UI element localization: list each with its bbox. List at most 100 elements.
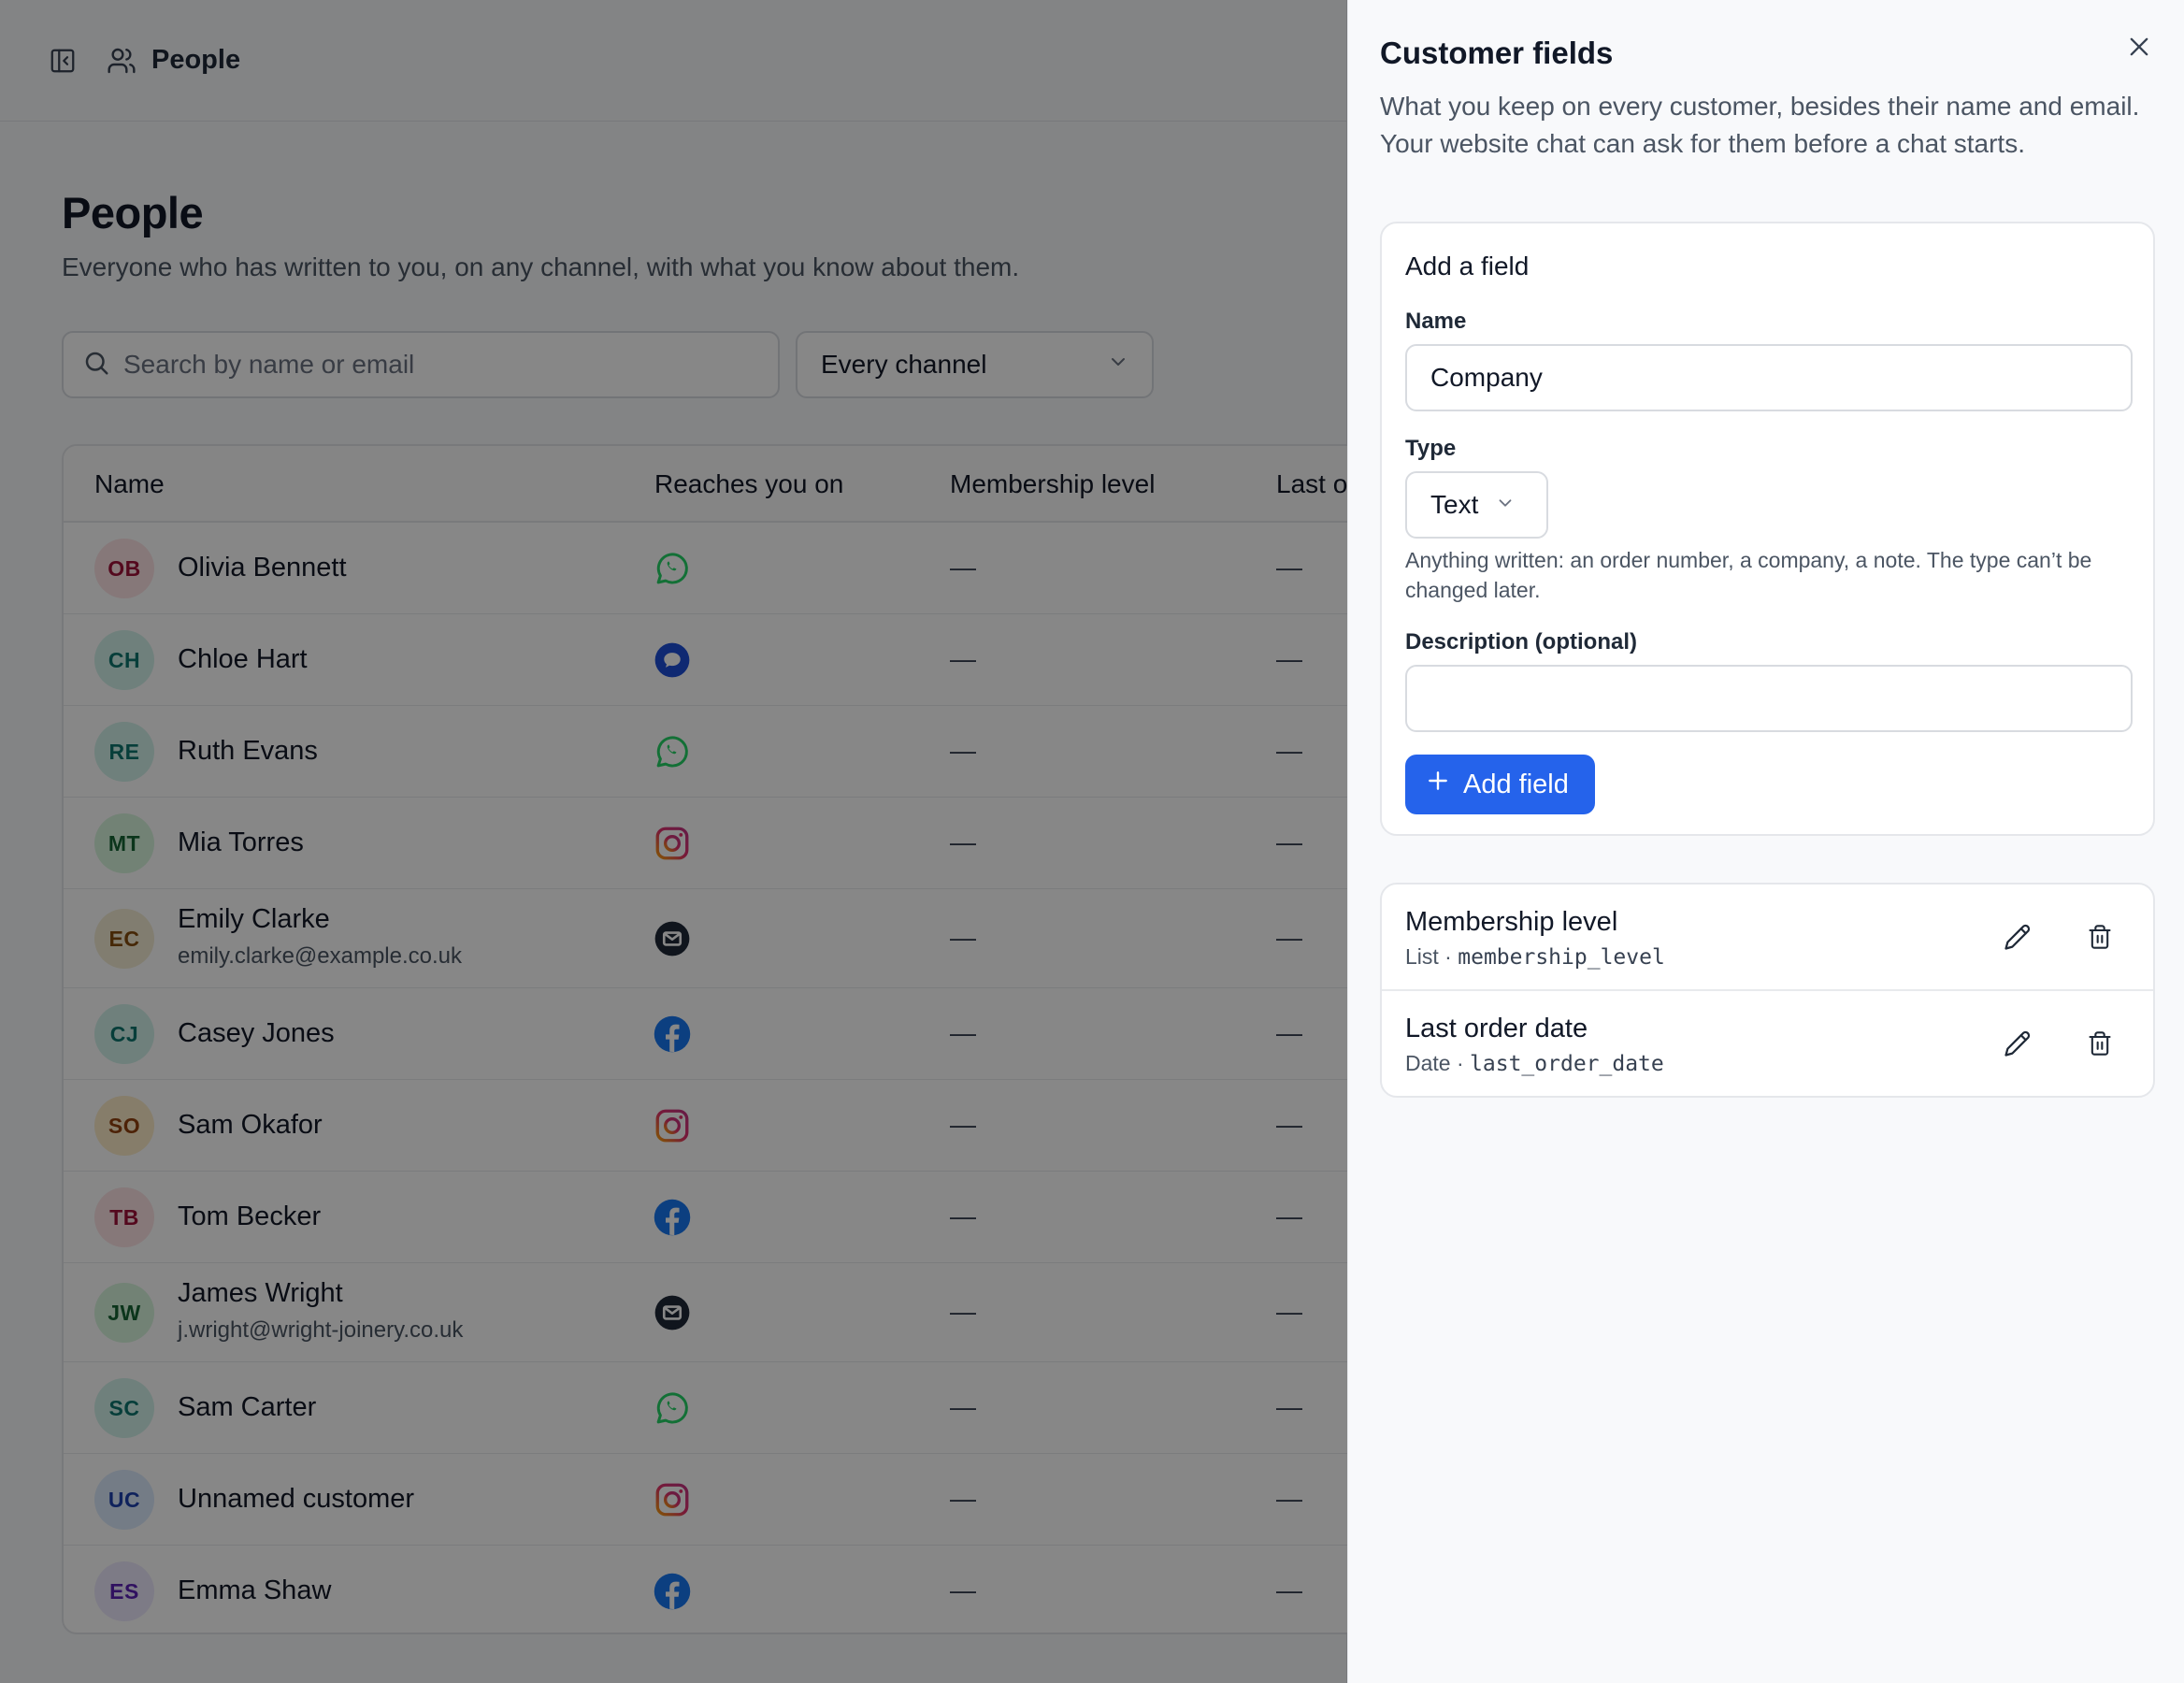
trash-icon[interactable] xyxy=(2081,1025,2119,1062)
person-name: Mia Torres xyxy=(178,827,304,857)
avatar: CJ xyxy=(94,1004,154,1064)
table-row[interactable]: EC Emily Clarke emily.clarke@example.co.uk… xyxy=(64,889,1387,988)
field-item: Membership level List · membership_level xyxy=(1382,885,2153,991)
column-header-membership[interactable]: Membership level xyxy=(950,446,1155,523)
person-name: Sam Carter xyxy=(178,1392,317,1422)
panel-subtitle: What you keep on every customer, besides… xyxy=(1380,92,2140,158)
chevron-down-icon xyxy=(1107,350,1129,380)
person-name: Olivia Bennett xyxy=(178,553,347,583)
edit-icon[interactable] xyxy=(1999,1025,2036,1062)
email-icon xyxy=(653,919,692,958)
table-body: OB Olivia Bennett — — CH Chloe Hart — — RE Ruth E… xyxy=(64,523,1387,1633)
field-type-select[interactable]: Text xyxy=(1405,471,1548,539)
whatsapp-icon xyxy=(653,549,692,588)
table-header: Name Reaches you on Membership level Las… xyxy=(64,446,1387,523)
membership-level-value: — xyxy=(950,1484,976,1513)
column-header-channel[interactable]: Reaches you on xyxy=(654,446,843,523)
last-order-value: — xyxy=(1276,1018,1302,1047)
channel-filter-select[interactable]: Every channel xyxy=(796,331,1154,398)
chevron-down-icon xyxy=(1495,490,1516,520)
avatar: EC xyxy=(94,909,154,969)
table-row[interactable]: ES Emma Shaw — — xyxy=(64,1546,1387,1633)
membership-level-value: — xyxy=(950,1110,976,1139)
description-label: Description (optional) xyxy=(1405,629,1637,654)
person-name: Ruth Evans xyxy=(178,736,318,766)
person-name: Tom Becker xyxy=(178,1201,322,1231)
type-label: Type xyxy=(1405,436,1457,461)
people-page: People People Everyone who has written t… xyxy=(0,0,1389,1683)
column-header-last-order[interactable]: Last o xyxy=(1276,446,1347,523)
facebook-icon xyxy=(653,1198,692,1237)
chat-icon xyxy=(653,640,692,680)
channel-filter-value: Every channel xyxy=(821,350,987,379)
membership-level-value: — xyxy=(950,923,976,952)
instagram-icon xyxy=(653,1480,692,1519)
field-name-value: Company xyxy=(1430,363,1543,392)
avatar: MT xyxy=(94,813,154,873)
close-icon[interactable] xyxy=(2122,30,2156,64)
last-order-value: — xyxy=(1276,1297,1302,1326)
avatar: OB xyxy=(94,539,154,598)
people-table: Name Reaches you on Membership level Las… xyxy=(62,444,1389,1634)
whatsapp-icon xyxy=(653,1388,692,1428)
field-item-type: List xyxy=(1405,944,1439,969)
field-item-name: Last order date xyxy=(1405,1014,1588,1043)
add-field-button-label: Add field xyxy=(1463,769,1569,799)
person-name: Casey Jones xyxy=(178,1018,335,1048)
avatar: UC xyxy=(94,1470,154,1530)
person-name: Emma Shaw xyxy=(178,1575,332,1605)
avatar: JW xyxy=(94,1283,154,1343)
field-item-key: last_order_date xyxy=(1470,1052,1664,1076)
membership-level-value: — xyxy=(950,553,976,582)
facebook-icon xyxy=(653,1572,692,1611)
add-field-title: Add a field xyxy=(1405,252,1530,280)
field-item-meta: List · membership_level xyxy=(1405,944,1665,970)
table-row[interactable]: UC Unnamed customer — — xyxy=(64,1454,1387,1546)
avatar: RE xyxy=(94,722,154,782)
email-icon xyxy=(653,1293,692,1332)
last-order-value: — xyxy=(1276,1484,1302,1513)
table-row[interactable]: SC Sam Carter — — xyxy=(64,1362,1387,1454)
whatsapp-icon xyxy=(653,732,692,771)
field-type-value: Text xyxy=(1430,490,1479,519)
trash-icon[interactable] xyxy=(2081,918,2119,956)
search-input[interactable]: Search by name or email xyxy=(62,331,780,398)
column-header-name[interactable]: Name xyxy=(94,446,165,523)
instagram-icon xyxy=(653,1106,692,1145)
table-row[interactable]: JW James Wright j.wright@wright-joinery.co… xyxy=(64,1263,1387,1362)
breadcrumb: People xyxy=(151,45,241,75)
edit-icon[interactable] xyxy=(1999,918,2036,956)
person-name: James Wright xyxy=(178,1278,343,1308)
facebook-icon xyxy=(653,1014,692,1054)
table-row[interactable]: RE Ruth Evans — — xyxy=(64,706,1387,798)
plus-icon xyxy=(1426,769,1450,800)
person-name: Sam Okafor xyxy=(178,1110,323,1140)
last-order-value: — xyxy=(1276,1110,1302,1139)
membership-level-value: — xyxy=(950,827,976,856)
avatar: SO xyxy=(94,1096,154,1156)
last-order-value: — xyxy=(1276,1575,1302,1604)
table-row[interactable]: OB Olivia Bennett — — xyxy=(64,523,1387,614)
sidebar-toggle-icon[interactable] xyxy=(47,45,79,77)
last-order-value: — xyxy=(1276,923,1302,952)
membership-level-value: — xyxy=(950,1392,976,1421)
field-name-input[interactable]: Company xyxy=(1405,344,2133,411)
table-row[interactable]: CH Chloe Hart — — xyxy=(64,614,1387,706)
last-order-value: — xyxy=(1276,827,1302,856)
field-description-input[interactable] xyxy=(1405,665,2133,732)
avatar: CH xyxy=(94,630,154,690)
page-title: People xyxy=(62,188,204,237)
field-item-meta: Date · last_order_date xyxy=(1405,1051,1664,1076)
instagram-icon xyxy=(653,824,692,863)
table-row[interactable]: TB Tom Becker — — xyxy=(64,1172,1387,1263)
field-item-type: Date xyxy=(1405,1051,1451,1075)
table-row[interactable]: MT Mia Torres — — xyxy=(64,798,1387,889)
last-order-value: — xyxy=(1276,553,1302,582)
table-row[interactable]: SO Sam Okafor — — xyxy=(64,1080,1387,1172)
table-row[interactable]: CJ Casey Jones — — xyxy=(64,988,1387,1080)
fields-list: Membership level List · membership_level… xyxy=(1380,883,2155,1098)
top-bar: People xyxy=(0,0,1347,122)
person-name: Unnamed customer xyxy=(178,1484,415,1514)
add-field-button[interactable]: Add field xyxy=(1405,755,1595,814)
avatar: TB xyxy=(94,1187,154,1247)
